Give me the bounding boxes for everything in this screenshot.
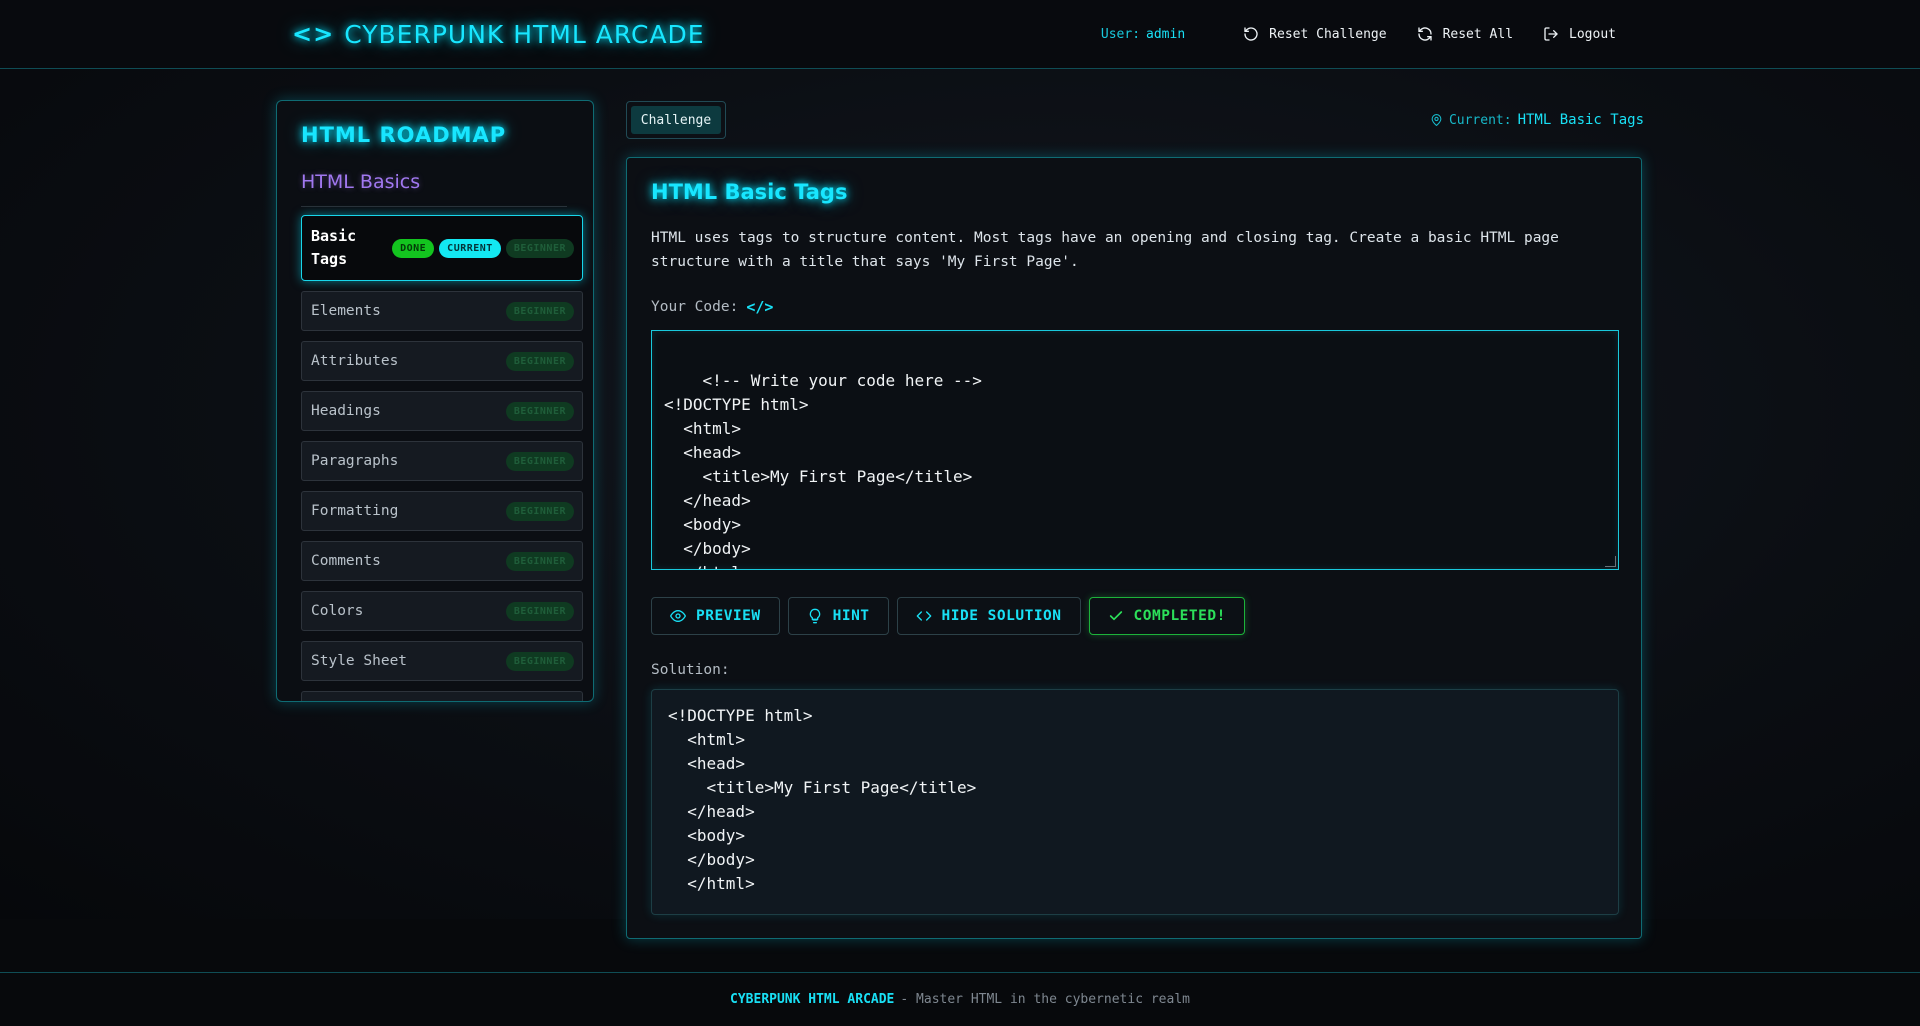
code-icon: <> [292, 20, 335, 48]
level-badge: BEGINNER [505, 601, 574, 621]
hint-label: HINT [832, 608, 870, 624]
preview-button[interactable]: PREVIEW [651, 597, 780, 635]
current-label: Current: [1448, 112, 1512, 128]
level-badge: BEGINNER [505, 501, 574, 521]
reset-all-button[interactable]: Reset All [1417, 26, 1513, 42]
sidebar-title: HTML ROADMAP [301, 123, 507, 147]
divider [301, 206, 567, 207]
hint-button[interactable]: HINT [787, 597, 889, 635]
brand-title: CYBERPUNK HTML ARCADE [344, 19, 705, 49]
level-badge: BEGINNER [505, 301, 574, 321]
sidebar-item-label: Style Sheet [311, 653, 408, 669]
sidebar-item-label: Formatting [311, 503, 399, 519]
sidebar-item-label: Colors [311, 603, 364, 619]
preview-label: PREVIEW [696, 608, 761, 624]
current-badge: CURRENT [439, 238, 501, 258]
action-buttons: PREVIEW HINT HIDE SOLUTION COMPLETED! [651, 597, 1245, 635]
hide-solution-label: HIDE SOLUTION [941, 608, 1062, 624]
sidebar-item-label: Elements [311, 303, 381, 319]
map-pin-icon [1431, 114, 1442, 126]
sidebar-item-headings[interactable]: Headings BEGINNER [301, 391, 583, 431]
challenge-description: HTML uses tags to structure content. Mos… [651, 230, 1559, 270]
level-badge: BEGINNER [505, 351, 574, 371]
hide-solution-button[interactable]: HIDE SOLUTION [896, 597, 1081, 635]
code-label-text: Your Code: [651, 299, 739, 315]
challenge-title: HTML Basic Tags [651, 180, 848, 204]
completed-label: COMPLETED! [1133, 608, 1226, 624]
completed-button[interactable]: COMPLETED! [1088, 597, 1245, 635]
sidebar-item-colors[interactable]: Colors BEGINNER [301, 591, 583, 631]
header-actions: User: admin Reset Challenge Reset All Lo… [1101, 20, 1616, 48]
resize-handle[interactable] [1605, 556, 1616, 567]
reset-challenge-label: Reset Challenge [1269, 26, 1387, 42]
sidebar-item-attributes[interactable]: Attributes BEGINNER [301, 341, 583, 381]
footer-brand: CYBERPUNK HTML ARCADE [730, 992, 895, 1007]
level-badge: BEGINNER [505, 238, 574, 258]
code-icon [916, 611, 931, 621]
sidebar-item-label: Paragraphs [311, 453, 399, 469]
sidebar-item-style-sheet[interactable]: Style Sheet BEGINNER [301, 641, 583, 681]
brand[interactable]: <> CYBERPUNK HTML ARCADE [292, 14, 705, 54]
check-icon [1109, 611, 1122, 621]
challenge-panel: HTML Basic Tags HTML uses tags to struct… [626, 157, 1642, 939]
sidebar-item-partial[interactable] [301, 691, 583, 701]
tab-bar: Challenge [626, 101, 726, 139]
current-indicator: Current: HTML Basic Tags [1430, 112, 1644, 128]
reset-all-label: Reset All [1442, 26, 1514, 42]
done-badge: DONE [392, 238, 435, 258]
footer: CYBERPUNK HTML ARCADE - Master HTML in t… [0, 972, 1920, 1026]
roadmap-sidebar: HTML ROADMAP HTML Basics Basic Tags DONE… [276, 100, 594, 702]
sidebar-item-basic-tags[interactable]: Basic Tags DONE CURRENT BEGINNER [301, 215, 583, 281]
sidebar-item-label: Comments [311, 553, 381, 569]
current-value: HTML Basic Tags [1517, 112, 1644, 128]
logout-label: Logout [1569, 26, 1616, 42]
level-badge: BEGINNER [505, 451, 574, 471]
code-editor-content: <!-- Write your code here --> <!DOCTYPE … [664, 371, 982, 569]
code-editor[interactable]: <!-- Write your code here --> <!DOCTYPE … [651, 330, 1619, 570]
solution-code-block: <!DOCTYPE html> <html> <head> <title>My … [651, 689, 1619, 915]
sidebar-item-comments[interactable]: Comments BEGINNER [301, 541, 583, 581]
badge-group: DONE CURRENT BEGINNER [392, 238, 574, 258]
user-name: admin [1146, 26, 1186, 42]
sidebar-item-label: Basic Tags [311, 227, 357, 268]
tab-challenge[interactable]: Challenge [631, 106, 721, 134]
sidebar-item-elements[interactable]: Elements BEGINNER [301, 291, 583, 331]
code-icon: </> [746, 298, 774, 316]
level-badge: BEGINNER [505, 551, 574, 571]
sidebar-section-title: HTML Basics [301, 171, 421, 193]
reset-challenge-button[interactable]: Reset Challenge [1243, 26, 1387, 42]
user-label: User: [1100, 26, 1141, 42]
eye-icon [670, 610, 686, 622]
top-header: <> CYBERPUNK HTML ARCADE User: admin Res… [0, 0, 1920, 69]
sidebar-item-formatting[interactable]: Formatting BEGINNER [301, 491, 583, 531]
sidebar-list: Basic Tags DONE CURRENT BEGINNER Element… [301, 215, 585, 701]
sidebar-item-paragraphs[interactable]: Paragraphs BEGINNER [301, 441, 583, 481]
logout-button[interactable]: Logout [1543, 26, 1616, 42]
solution-label: Solution: [651, 662, 730, 678]
logout-icon [1544, 27, 1558, 41]
footer-tagline: - Master HTML in the cybernetic realm [900, 992, 1190, 1007]
sidebar-item-label: Headings [311, 403, 381, 419]
level-badge: BEGINNER [505, 401, 574, 421]
sidebar-item-label: Attributes [311, 353, 399, 369]
rotate-ccw-icon [1244, 27, 1258, 41]
lightbulb-icon [809, 608, 820, 624]
refresh-icon [1417, 27, 1432, 41]
code-label: Your Code: </> [651, 298, 773, 316]
level-badge: BEGINNER [505, 651, 574, 671]
